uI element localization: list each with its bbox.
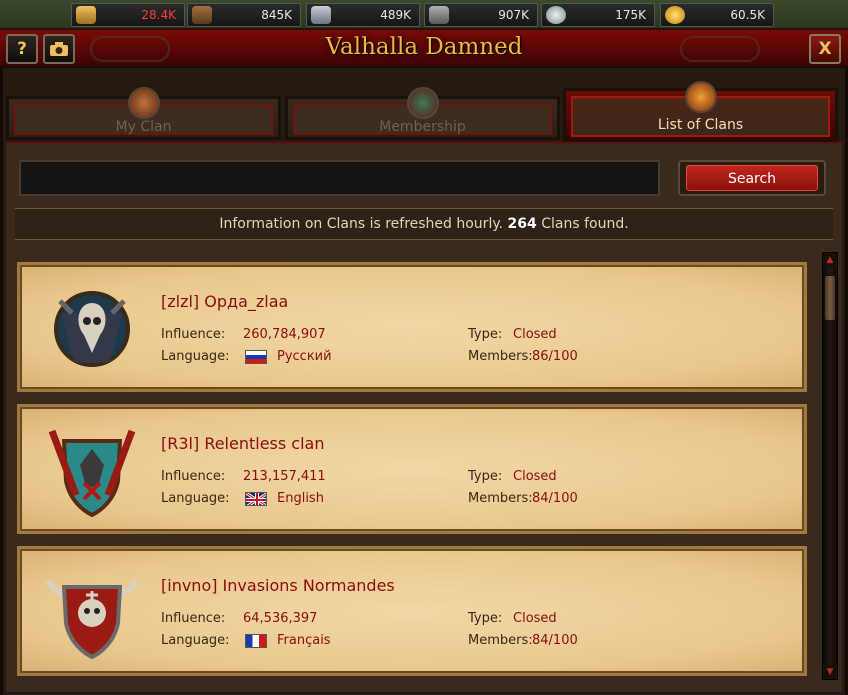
clan-card[interactable]: [zlzl] Орда_zlaa Influence: 260,784,907 L… [17,262,807,392]
members-value: 84/100 [532,491,578,506]
clan-name[interactable]: [R3l] Relentless clan [161,434,325,453]
members-field: Members:84/100 [468,491,578,506]
clan-count: 264 [507,216,537,232]
close-icon: X [818,39,832,59]
clan-name[interactable]: [zlzl] Орда_zlaa [161,292,288,311]
resource-iron[interactable]: 489K [306,3,420,27]
members-label: Members: [468,349,533,364]
tab-label: Membership [379,119,466,135]
search-input[interactable] [19,160,660,196]
scroll-down-icon[interactable]: ▼ [823,665,837,679]
language-field: Language: Русский [161,349,332,364]
members-field: Members:84/100 [468,633,578,648]
members-value: 84/100 [532,633,578,648]
tab-my-clan[interactable]: My Clan [6,87,281,140]
shield-icon [406,87,439,119]
clan-card-paper: [R3l] Relentless clan Influence: 213,157,… [20,407,804,531]
resource-value: 489K [380,8,411,22]
influence-field: Influence: 213,157,411 [161,469,326,484]
language-value: Français [277,633,331,648]
flag-fr-icon [245,633,267,648]
flag-gb-icon [245,491,267,506]
info-text: Information on Clans is refreshed hourly… [219,216,504,232]
language-label: Language: [161,491,230,506]
language-label: Language: [161,633,230,648]
scroll-thumb[interactable] [824,275,836,321]
resource-gold[interactable]: 60.5K [660,3,774,27]
clan-card-paper: [zlzl] Орда_zlaa Influence: 260,784,907 L… [20,265,804,389]
type-label: Type: [468,327,503,342]
tab-membership[interactable]: Membership [285,87,560,140]
window-title: Valhalla Damned [325,34,523,60]
scroll-up-icon[interactable]: ▲ [823,253,837,267]
clan-card[interactable]: [invno] Invasions Normandes Influence: 64… [17,546,807,676]
clan-card[interactable]: [R3l] Relentless clan Influence: 213,157,… [17,404,807,534]
resource-value: 60.5K [730,8,765,22]
type-label: Type: [468,469,503,484]
language-label: Language: [161,349,230,364]
influence-label: Influence: [161,327,226,342]
resource-stone[interactable]: 907K [424,3,538,27]
influence-value: 213,157,411 [243,469,326,484]
resource-value: 907K [498,8,529,22]
scrollbar[interactable]: ▲ ▼ [822,252,838,680]
iron-icon [311,6,331,24]
resource-bar: 28.4K 845K 489K 907K 175K 60.5K [0,0,848,30]
clan-emblem-icon [54,291,130,367]
type-value: Closed [513,611,557,626]
members-value: 86/100 [532,349,578,364]
clan-name[interactable]: [invno] Invasions Normandes [161,576,395,595]
type-value: Closed [513,469,557,484]
resource-silver[interactable]: 175K [541,3,655,27]
crown-icon [127,87,160,119]
resource-value: 845K [261,8,292,22]
window-titlebar: ? Valhalla Damned X [0,28,848,68]
language-value: English [277,491,324,506]
clan-card-paper: [invno] Invasions Normandes Influence: 64… [20,549,804,673]
language-field: Language: Français [161,633,331,648]
members-label: Members: [468,633,533,648]
type-label: Type: [468,611,503,626]
influence-field: Influence: 260,784,907 [161,327,326,342]
close-button[interactable]: X [809,34,841,64]
silver-icon [546,6,566,24]
resource-value: 175K [615,8,646,22]
type-field: Type: Closed [468,469,557,484]
flag-ru-icon [245,349,267,364]
info-strip: Information on Clans is refreshed hourly… [15,208,833,240]
type-field: Type: Closed [468,611,557,626]
influence-value: 64,536,397 [243,611,318,626]
type-value: Closed [513,327,557,342]
tab-label: List of Clans [657,117,744,133]
members-label: Members: [468,491,533,506]
search-button[interactable]: Search [678,160,826,196]
type-field: Type: Closed [468,327,557,342]
influence-label: Influence: [161,469,226,484]
resource-wood[interactable]: 845K [187,3,301,27]
tab-list-of-clans[interactable]: List of Clans [563,81,838,142]
stone-icon [429,6,449,24]
gold-icon [665,6,685,24]
info-suffix: Clans found. [541,216,629,232]
influence-field: Influence: 64,536,397 [161,611,317,626]
members-field: Members:86/100 [468,349,578,364]
clan-emblem-icon [45,579,139,660]
language-value: Русский [277,349,332,364]
language-field: Language: English [161,491,324,506]
grain-icon [76,6,96,24]
tab-label: My Clan [115,119,172,135]
book-icon [684,81,717,113]
wood-icon [192,6,212,24]
influence-value: 260,784,907 [243,327,326,342]
resource-value: 28.4K [141,8,176,22]
search-button-label: Search [686,165,818,191]
clan-emblem-icon [48,429,136,518]
influence-label: Influence: [161,611,226,626]
resource-grain[interactable]: 28.4K [71,3,185,27]
